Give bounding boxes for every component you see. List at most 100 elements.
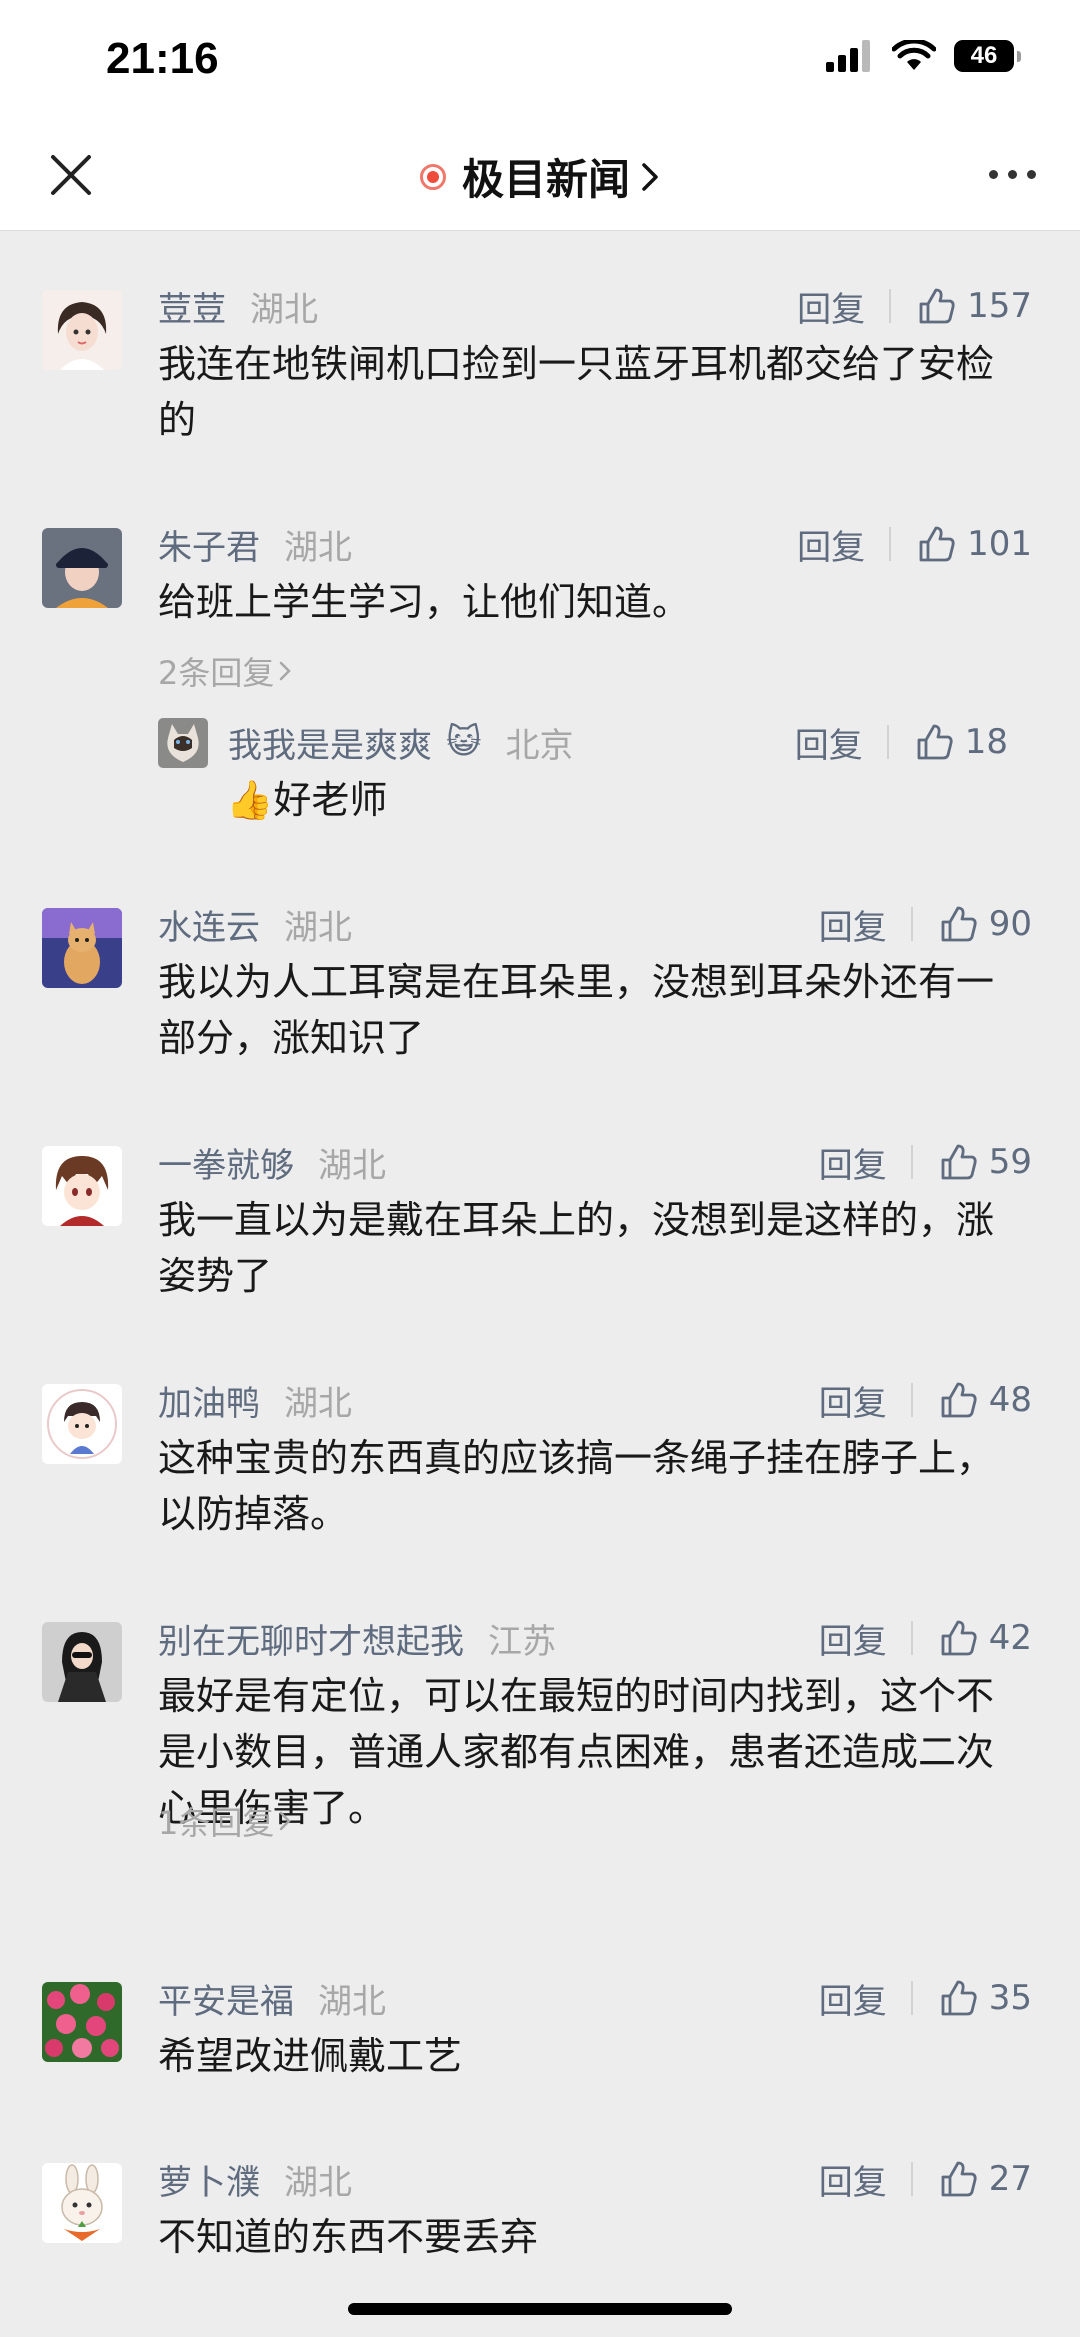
comment-text: 给班上学生学习，让他们知道。 — [158, 580, 691, 624]
like-button[interactable]: 18 — [915, 722, 1008, 762]
comment-actions: 回复 27 — [819, 2155, 1032, 2203]
reply-button[interactable]: 回复 — [819, 900, 887, 949]
reply-button[interactable]: 回复 — [819, 1376, 887, 1425]
reply-button[interactable]: 回复 — [795, 718, 863, 767]
username[interactable]: 朱子君 — [158, 520, 260, 569]
avatar[interactable] — [42, 528, 122, 608]
avatar[interactable] — [42, 1622, 122, 1702]
region-label: 湖北 — [284, 527, 352, 568]
comment-actions: 回复 59 — [819, 1138, 1032, 1186]
comment-text: 这种宝贵的东西真的应该搞一条绳子挂在脖子上，以防掉落。 — [158, 1436, 995, 1536]
avatar[interactable] — [42, 2163, 122, 2243]
nav-bar: 极目新闻 — [0, 120, 1080, 231]
chevron-right-icon — [280, 1811, 292, 1831]
comment-text: 不知道的东西不要丢弃 — [158, 2215, 539, 2259]
comment-actions: 回复 35 — [819, 1974, 1032, 2022]
reply-button[interactable]: 回复 — [819, 1974, 887, 2023]
view-replies-link[interactable]: 2条回复 — [158, 648, 292, 694]
like-button[interactable]: 48 — [939, 1380, 1032, 1420]
avatar[interactable] — [42, 1384, 122, 1464]
comment-actions: 回复 18 — [795, 718, 1008, 766]
thumbs-up-emoji-icon: 👍 — [226, 778, 274, 822]
region-label: 江苏 — [488, 1621, 556, 1662]
username[interactable]: 平安是福 — [158, 1974, 294, 2023]
like-button[interactable]: 90 — [939, 904, 1032, 944]
like-count: 59 — [988, 1142, 1032, 1182]
like-button[interactable]: 59 — [939, 1142, 1032, 1182]
comment-header: 水连云 湖北 — [158, 900, 352, 948]
divider — [910, 1383, 913, 1417]
username[interactable]: 水连云 — [158, 900, 260, 949]
signal-icon — [826, 40, 870, 72]
thumbs-up-icon — [941, 1980, 977, 2016]
comment-actions: 回复 90 — [819, 900, 1032, 948]
avatar[interactable] — [42, 1982, 122, 2062]
home-indicator[interactable] — [348, 2303, 732, 2315]
region-label: 湖北 — [284, 907, 352, 948]
username[interactable]: 别在无聊时才想起我 — [158, 1614, 464, 1663]
divider — [910, 907, 913, 941]
comment-text: 我以为人工耳窝是在耳朵里，没想到耳朵外还有一部分，涨知识了 — [158, 960, 995, 1060]
divider — [910, 1981, 913, 2015]
username[interactable]: 我我是是爽爽 — [228, 718, 432, 767]
divider — [910, 2162, 913, 2196]
thumbs-up-icon — [919, 526, 955, 562]
sub-avatar[interactable] — [158, 718, 208, 768]
region-label: 湖北 — [284, 2162, 352, 2203]
like-count: 18 — [964, 722, 1008, 762]
reply-button[interactable]: 回复 — [797, 520, 865, 569]
reply-button[interactable]: 回复 — [819, 1138, 887, 1187]
avatar[interactable] — [42, 290, 122, 370]
reply-button[interactable]: 回复 — [819, 2155, 887, 2204]
like-count: 90 — [988, 904, 1032, 944]
comment-text: 👍好老师 — [226, 772, 1080, 828]
username[interactable]: 一拳就够 — [158, 1138, 294, 1187]
comment-actions: 回复 42 — [819, 1614, 1032, 1662]
comment-actions: 回复 48 — [819, 1376, 1032, 1424]
username[interactable]: 萝卜濮 — [158, 2155, 260, 2204]
live-dot-icon — [419, 163, 446, 190]
thumbs-up-icon — [941, 1144, 977, 1180]
reply-button[interactable]: 回复 — [797, 282, 865, 331]
like-count: 48 — [988, 1380, 1032, 1420]
region-label: 湖北 — [318, 1981, 386, 2022]
like-button[interactable]: 27 — [939, 2159, 1032, 2199]
status-time: 21:16 — [106, 34, 219, 83]
reply-button[interactable]: 回复 — [819, 1614, 887, 1663]
sub-reply-text: 好老师 — [273, 778, 388, 822]
comment-header: 平安是福 湖北 — [158, 1974, 386, 2022]
like-button[interactable]: 157 — [917, 286, 1032, 326]
divider — [886, 725, 889, 759]
like-count: 35 — [988, 1978, 1032, 2018]
like-count: 42 — [988, 1618, 1032, 1658]
like-button[interactable]: 35 — [939, 1978, 1032, 2018]
chevron-right-icon — [280, 661, 292, 681]
like-count: 157 — [967, 286, 1032, 326]
region-label: 湖北 — [318, 1145, 386, 1186]
account-title[interactable]: 极目新闻 — [0, 146, 1080, 207]
comment-header: 朱子君 湖北 — [158, 520, 352, 568]
more-options-icon[interactable] — [989, 170, 1036, 179]
view-replies-label: 1条回复 — [158, 1804, 275, 1842]
cat-emoji-icon: 😺 — [446, 722, 482, 762]
comment-header: 一拳就够 湖北 — [158, 1138, 386, 1186]
like-button[interactable]: 101 — [917, 524, 1032, 564]
like-button[interactable]: 42 — [939, 1618, 1032, 1658]
avatar[interactable] — [42, 908, 122, 988]
comment-text: 希望改进佩戴工艺 — [158, 2034, 463, 2078]
username[interactable]: 加油鸭 — [158, 1376, 260, 1425]
comment-actions: 回复 157 — [797, 282, 1032, 330]
view-replies-label: 2条回复 — [158, 654, 275, 692]
region-label: 湖北 — [250, 289, 318, 330]
wifi-icon — [892, 40, 936, 70]
avatar[interactable] — [42, 1146, 122, 1226]
divider — [910, 1621, 913, 1655]
status-bar: 21:16 46 — [0, 0, 1080, 120]
like-count: 101 — [967, 524, 1032, 564]
view-replies-link[interactable]: 1条回复 — [158, 1798, 292, 1844]
thumbs-up-icon — [919, 288, 955, 324]
region-label: 北京 — [505, 725, 574, 766]
like-count: 27 — [988, 2159, 1032, 2199]
comment-header: 别在无聊时才想起我 江苏 — [158, 1614, 556, 1662]
username[interactable]: 荳荳 — [158, 282, 226, 331]
